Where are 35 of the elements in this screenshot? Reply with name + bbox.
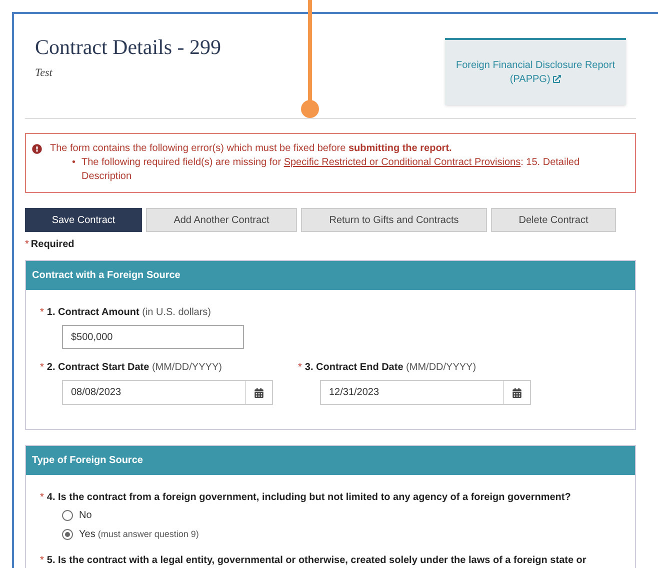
date-field[interactable]: 08/08/2023 xyxy=(62,380,273,405)
calendar-icon xyxy=(254,388,264,398)
radio-button[interactable] xyxy=(62,510,73,521)
error-item: The following required field(s) are missing for Specific Restricted or Conditional Contract Provisions: 15. Detailed Description xyxy=(82,156,581,184)
panel-header: Type of Foreign Source xyxy=(26,446,635,475)
radio-label: No xyxy=(79,509,92,523)
required-asterisk: * xyxy=(40,491,44,504)
external-link-icon xyxy=(553,74,562,83)
action-button[interactable]: Add Another Contract xyxy=(146,208,297,232)
panel-header: Contract with a Foreign Source xyxy=(26,261,635,290)
calendar-icon xyxy=(512,388,522,398)
required-note: Required xyxy=(30,238,74,252)
action-button[interactable]: Delete Contract xyxy=(491,208,616,232)
error-message: The form contains the following error(s) which must be fixed before submitting the report. xyxy=(50,142,452,156)
required-asterisk: * xyxy=(40,554,44,567)
field-label: 3. Contract End Date (MM/DD/YYYY) xyxy=(304,361,476,374)
required-asterisk: * xyxy=(40,306,44,319)
error-icon xyxy=(32,144,42,154)
required-asterisk: * xyxy=(25,238,29,252)
text-field[interactable]: $500,000 xyxy=(62,325,244,349)
field-label: 5. Is the contract with a legal entity, governmental or otherwise, created solely under the laws of a foreign state or xyxy=(46,554,586,567)
bullet: • xyxy=(72,156,76,170)
action-button[interactable]: Return to Gifts and Contracts xyxy=(301,208,487,232)
radio-button[interactable] xyxy=(62,529,73,540)
required-asterisk: * xyxy=(298,361,302,374)
page-title: Contract Details - 299 xyxy=(35,34,222,60)
radio-label: Yes (must answer question 9) xyxy=(79,528,199,542)
field-label: 1. Contract Amount (in U.S. dollars) xyxy=(46,306,212,319)
field-label: 4. Is the contract from a foreign government, including but not limited to any agency of a foreign government? xyxy=(46,491,571,504)
date-field[interactable]: 12/31/2023 xyxy=(320,380,531,405)
required-asterisk: * xyxy=(40,361,44,374)
section-link[interactable]: Specific Restricted or Conditional Contract Provisions xyxy=(284,157,521,168)
field-label: 2. Contract Start Date (MM/DD/YYYY) xyxy=(46,361,222,374)
action-button[interactable]: Save Contract xyxy=(25,208,142,232)
page-subtitle: Test xyxy=(35,66,54,82)
